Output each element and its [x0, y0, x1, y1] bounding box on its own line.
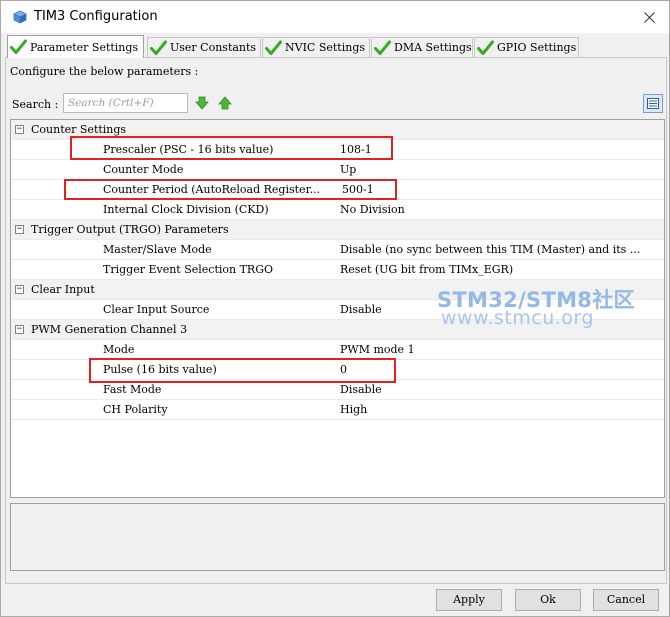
param-row-trigger-event[interactable]: Trigger Event Selection TRGO Reset (UG b… — [11, 260, 664, 280]
param-name: Counter Mode — [103, 163, 184, 176]
param-row-pulse[interactable]: Pulse (16 bits value) 0 — [11, 360, 664, 380]
cancel-button[interactable]: Cancel — [593, 589, 659, 611]
search-input[interactable] — [63, 93, 188, 113]
param-name: Clear Input Source — [103, 303, 210, 316]
description-panel — [10, 503, 665, 571]
group-counter-settings[interactable]: − Counter Settings — [11, 120, 664, 140]
search-up-arrow-icon[interactable] — [218, 96, 232, 110]
param-name: Counter Period (AutoReload Register... — [103, 183, 321, 196]
tab-dma-settings[interactable]: DMA Settings — [371, 37, 473, 57]
ok-button[interactable]: Ok — [515, 589, 581, 611]
param-value[interactable]: PWM mode 1 — [340, 340, 662, 359]
tab-label: NVIC Settings — [285, 41, 366, 54]
param-row-mode[interactable]: Mode PWM mode 1 — [11, 340, 664, 360]
collapse-icon[interactable]: − — [15, 325, 24, 334]
param-value[interactable]: 0 — [340, 360, 662, 379]
param-name: Mode — [103, 343, 135, 356]
param-name: Trigger Event Selection TRGO — [103, 263, 274, 276]
tab-label: DMA Settings — [394, 41, 472, 54]
tab-label: GPIO Settings — [497, 41, 577, 54]
param-row-fast-mode[interactable]: Fast Mode Disable — [11, 380, 664, 400]
check-icon — [10, 39, 27, 54]
show-description-button[interactable] — [643, 94, 663, 113]
group-trigger-output[interactable]: − Trigger Output (TRGO) Parameters — [11, 220, 664, 240]
param-value[interactable]: No Division — [340, 200, 662, 219]
param-value[interactable]: Disable — [340, 380, 662, 399]
param-name: Pulse (16 bits value) — [103, 363, 217, 376]
collapse-icon[interactable]: − — [15, 225, 24, 234]
group-name: Clear Input — [31, 283, 95, 296]
check-icon — [265, 40, 282, 55]
group-name: PWM Generation Channel 3 — [31, 323, 188, 336]
param-value[interactable]: 500-1 — [342, 180, 664, 199]
param-name: Master/Slave Mode — [103, 243, 212, 256]
tab-label: Parameter Settings — [30, 40, 139, 54]
param-value[interactable]: High — [340, 400, 662, 419]
param-row-ch-polarity[interactable]: CH Polarity High — [11, 400, 664, 420]
configure-label: Configure the below parameters : — [10, 65, 199, 78]
param-name: Prescaler (PSC - 16 bits value) — [103, 143, 274, 156]
param-value[interactable]: Up — [340, 160, 662, 179]
close-button[interactable] — [631, 3, 667, 31]
param-row-counter-period[interactable]: Counter Period (AutoReload Register... 5… — [11, 180, 664, 200]
tab-parameter-settings[interactable]: Parameter Settings — [7, 35, 144, 58]
param-value[interactable]: 108-1 — [340, 140, 662, 159]
tab-nvic-settings[interactable]: NVIC Settings — [262, 37, 370, 57]
check-icon — [374, 40, 391, 55]
param-value[interactable]: Reset (UG bit from TIMx_EGR) — [340, 260, 662, 279]
tab-user-constants[interactable]: User Constants — [147, 37, 261, 57]
tab-gpio-settings[interactable]: GPIO Settings — [474, 37, 579, 57]
title-bar: TIM3 Configuration — [1, 1, 669, 33]
param-row-master-slave-mode[interactable]: Master/Slave Mode Disable (no sync betwe… — [11, 240, 664, 260]
tim3-configuration-dialog: TIM3 Configuration Parameter Settings Us… — [0, 0, 670, 617]
group-name: Trigger Output (TRGO) Parameters — [31, 223, 229, 236]
group-name: Counter Settings — [31, 123, 127, 136]
collapse-icon[interactable]: − — [15, 285, 24, 294]
param-row-clock-division[interactable]: Internal Clock Division (CKD) No Divisio… — [11, 200, 664, 220]
param-row-prescaler[interactable]: Prescaler (PSC - 16 bits value) 108-1 — [11, 140, 664, 160]
param-value[interactable]: Disable (no sync between this TIM (Maste… — [340, 240, 662, 259]
close-icon — [643, 11, 655, 23]
watermark-url: www.stmcu.org — [441, 307, 594, 329]
list-view-icon — [647, 98, 659, 109]
apply-button[interactable]: Apply — [436, 589, 502, 611]
check-icon — [477, 40, 494, 55]
search-label: Search : — [12, 98, 59, 111]
cube-icon — [13, 10, 27, 24]
search-down-arrow-icon[interactable] — [195, 96, 209, 110]
tab-label: User Constants — [170, 41, 257, 54]
window-title: TIM3 Configuration — [34, 9, 158, 24]
param-name: CH Polarity — [103, 403, 168, 416]
param-name: Fast Mode — [103, 383, 162, 396]
check-icon — [150, 40, 167, 55]
collapse-icon[interactable]: − — [15, 125, 24, 134]
param-row-counter-mode[interactable]: Counter Mode Up — [11, 160, 664, 180]
param-name: Internal Clock Division (CKD) — [103, 203, 269, 216]
